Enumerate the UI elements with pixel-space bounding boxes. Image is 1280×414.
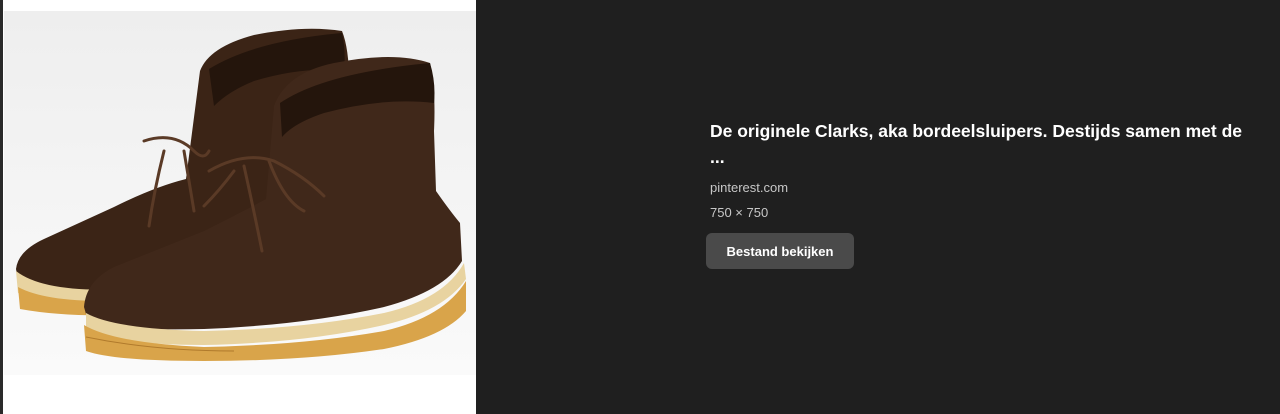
view-file-button[interactable]: Bestand bekijken xyxy=(706,233,854,269)
panel-divider xyxy=(0,0,3,414)
image-viewer: De originele Clarks, aka bordeelsluipers… xyxy=(0,0,1280,414)
info-panel: De originele Clarks, aka bordeelsluipers… xyxy=(476,0,1280,414)
image-dimensions: 750 × 750 xyxy=(710,205,769,220)
title-text: De originele Clarks, aka bordeelsluipers… xyxy=(710,121,1243,141)
desert-boots-icon xyxy=(16,28,466,361)
preview-image[interactable] xyxy=(4,11,476,375)
source-domain[interactable]: pinterest.com xyxy=(710,180,788,195)
image-title[interactable]: De originele Clarks, aka bordeelsluipers… xyxy=(710,118,1272,170)
title-ellipsis: ... xyxy=(710,147,725,167)
image-panel xyxy=(0,0,476,414)
